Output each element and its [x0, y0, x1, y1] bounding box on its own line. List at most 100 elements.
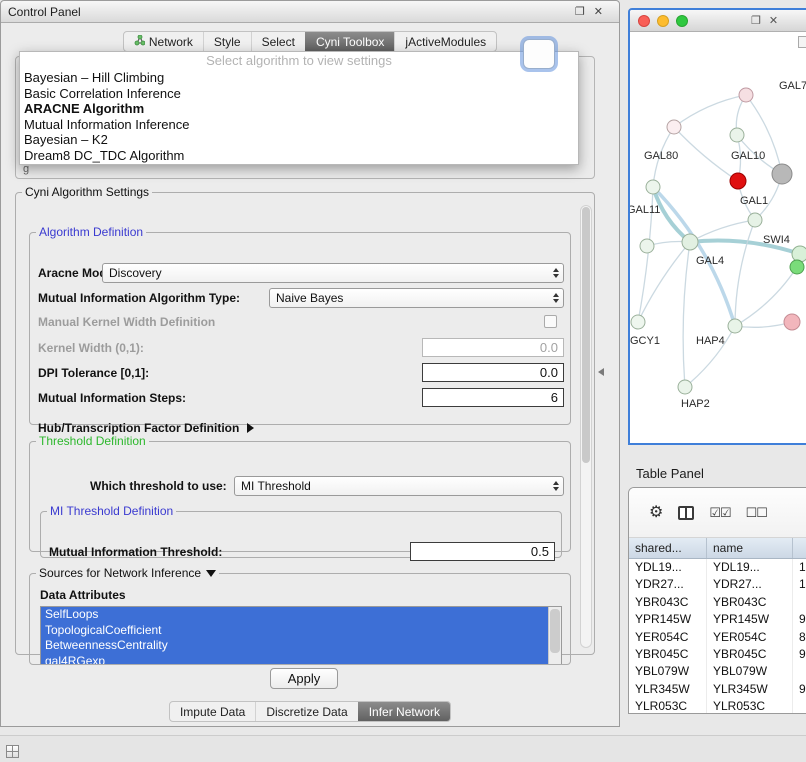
network-node-pink[interactable] — [784, 314, 800, 330]
network-node-gal4[interactable] — [682, 234, 698, 250]
tab-style[interactable]: Style — [203, 32, 251, 51]
network-node-hap2[interactable] — [678, 380, 692, 394]
network-node-left[interactable] — [640, 239, 654, 253]
control-panel-tabs: NetworkStyleSelectCyni Toolbox jActiveMod… — [123, 31, 497, 52]
manual-kernel-checkbox[interactable] — [544, 315, 557, 328]
mi-threshold-field[interactable]: 0.5 — [410, 542, 555, 561]
network-node-swi4[interactable] — [792, 246, 806, 262]
table-column-header-name[interactable]: name — [707, 538, 793, 558]
table-row[interactable]: YER054CYER054C8. — [629, 629, 806, 646]
network-edge[interactable] — [735, 220, 755, 326]
dropdown-item-bayesian-k2[interactable]: Bayesian – K2 — [20, 132, 578, 148]
mi-steps-field[interactable]: 6 — [422, 388, 564, 407]
float-window-icon[interactable]: ❐ — [751, 14, 761, 27]
threshold-definition-group: Threshold Definition Which threshold to … — [29, 434, 571, 552]
network-node-gal7[interactable] — [739, 88, 753, 102]
network-node-gray[interactable] — [772, 164, 792, 184]
attribute-item-betweennesscentrality[interactable]: BetweennessCentrality — [41, 638, 548, 654]
close-traffic-light-icon[interactable] — [638, 15, 650, 27]
algorithm-dropdown-placeholder: Select algorithm to view settings — [20, 52, 578, 70]
table-cell: YER054C — [707, 629, 793, 646]
table-cell: YPR145W — [707, 611, 793, 628]
expand-right-icon[interactable] — [247, 423, 254, 433]
splitter-collapse-icon[interactable] — [598, 368, 604, 376]
collapse-down-icon[interactable] — [206, 570, 216, 577]
table-row[interactable]: YLR053CYLR053C — [629, 698, 806, 714]
tab-cyni-toolbox[interactable]: Cyni Toolbox — [305, 32, 394, 51]
table-row[interactable]: YPR145WYPR145W9. — [629, 611, 806, 628]
table-header: shared...name — [629, 538, 806, 559]
dropdown-item-dream8-dc-tdc-algorithm[interactable]: Dream8 DC_TDC Algorithm — [20, 148, 578, 164]
canvas-scrollbar-stub[interactable] — [798, 36, 806, 48]
kernel-width-field[interactable]: 0.0 — [422, 338, 564, 357]
network-graph[interactable]: GAL7GAL80GAL10GAL11GAL1SWI4GAL4GCY1HAP4H… — [630, 32, 806, 445]
tab-network[interactable]: Network — [124, 32, 203, 51]
data-attributes-list: SelfLoopsTopologicalCoefficientBetweenne… — [40, 606, 562, 665]
network-node-gal80[interactable] — [667, 120, 681, 134]
network-node-gal11[interactable] — [646, 180, 660, 194]
attributes-scrollbar-thumb[interactable] — [550, 609, 560, 653]
network-edge[interactable] — [735, 322, 792, 327]
network-node-bright[interactable] — [790, 260, 804, 274]
control-panel-bottom-tabs: Impute DataDiscretize DataInfer Network — [169, 701, 451, 722]
mi-threshold-label: Mutual Information Threshold: — [49, 545, 222, 559]
tab-discretize-data[interactable]: Discretize Data — [255, 702, 357, 721]
tab-jactivemodules[interactable]: jActiveModules — [394, 32, 496, 51]
minimize-traffic-light-icon[interactable] — [657, 15, 669, 27]
apply-button[interactable]: Apply — [270, 668, 338, 689]
grid-icon[interactable] — [6, 745, 19, 758]
unchecked-boxes-icon[interactable]: ☐☐ — [746, 505, 767, 521]
table-column-header-shared-[interactable]: shared... — [629, 538, 707, 558]
table-cell: 12 — [793, 576, 806, 593]
network-view-window: ❐ ✕ GAL7GAL80GAL10GAL11GAL1SWI4GAL4GCY1H… — [628, 8, 806, 445]
attribute-item-selfloops[interactable]: SelfLoops — [41, 607, 548, 623]
attributes-scrollbar[interactable] — [548, 607, 561, 665]
tab-select[interactable]: Select — [251, 32, 305, 51]
table-cell — [793, 698, 806, 714]
network-node-gal10[interactable] — [730, 173, 746, 189]
network-edge[interactable] — [638, 242, 690, 322]
dropdown-item-aracne-algorithm[interactable]: ARACNE Algorithm — [20, 101, 578, 117]
table-cell: YLR345W — [629, 681, 707, 698]
network-node-mid[interactable] — [730, 128, 744, 142]
columns-icon[interactable] — [678, 506, 694, 520]
close-window-icon[interactable]: ✕ — [769, 14, 778, 27]
table-row[interactable]: YBR043CYBR043C — [629, 594, 806, 611]
network-canvas[interactable]: GAL7GAL80GAL10GAL11GAL1SWI4GAL4GCY1HAP4H… — [630, 32, 806, 445]
checked-boxes-icon[interactable]: ☑☑ — [709, 505, 730, 521]
table-row[interactable]: YBR045CYBR045C9. — [629, 646, 806, 663]
tab-infer-network[interactable]: Infer Network — [358, 702, 450, 721]
which-threshold-select[interactable]: MI Threshold — [234, 476, 564, 496]
network-edge[interactable] — [674, 95, 746, 127]
settings-scrollbar[interactable] — [580, 205, 592, 648]
table-cell: YBR043C — [629, 594, 707, 611]
close-window-icon[interactable]: ✕ — [594, 5, 603, 18]
dropdown-item-basic-correlation-inference[interactable]: Basic Correlation Inference — [20, 86, 578, 102]
table-column-header-2[interactable] — [793, 538, 806, 558]
network-node-gcy1[interactable] — [631, 315, 645, 329]
mi-type-select[interactable]: Naive Bayes — [269, 288, 564, 308]
attribute-item-gal4rgexp[interactable]: gal4RGexp — [41, 654, 548, 666]
dropdown-item-bayesian-hill-climbing[interactable]: Bayesian – Hill Climbing — [20, 70, 578, 86]
table-row[interactable]: YLR345WYLR345W9. — [629, 681, 806, 698]
attribute-item-topologicalcoefficient[interactable]: TopologicalCoefficient — [41, 623, 548, 639]
gear-icon[interactable]: ⚙ — [649, 505, 663, 521]
algorithm-selector-focus-button[interactable] — [523, 39, 555, 69]
table-row[interactable]: YBL079WYBL079W — [629, 663, 806, 680]
tab-impute-data[interactable]: Impute Data — [170, 702, 255, 721]
table-row[interactable]: YDL19...YDL19...13 — [629, 559, 806, 576]
settings-scrollbar-thumb[interactable] — [582, 207, 590, 463]
table-row[interactable]: YDR27...YDR27...12 — [629, 576, 806, 593]
control-panel-titlebar: Control Panel ❐ ✕ — [1, 1, 619, 23]
zoom-traffic-light-icon[interactable] — [676, 15, 688, 27]
float-window-icon[interactable]: ❐ — [575, 5, 585, 18]
tab-label: jActiveModules — [405, 35, 486, 49]
network-edge[interactable] — [683, 242, 690, 387]
network-node-gal1[interactable] — [748, 213, 762, 227]
network-node-hap4[interactable] — [728, 319, 742, 333]
network-edge[interactable] — [674, 127, 738, 181]
dropdown-item-mutual-information-inference[interactable]: Mutual Information Inference — [20, 117, 578, 133]
mi-type-value: Naive Bayes — [276, 291, 343, 305]
dpi-tolerance-field[interactable]: 0.0 — [422, 363, 564, 382]
aracne-mode-select[interactable]: Discovery — [102, 263, 564, 283]
